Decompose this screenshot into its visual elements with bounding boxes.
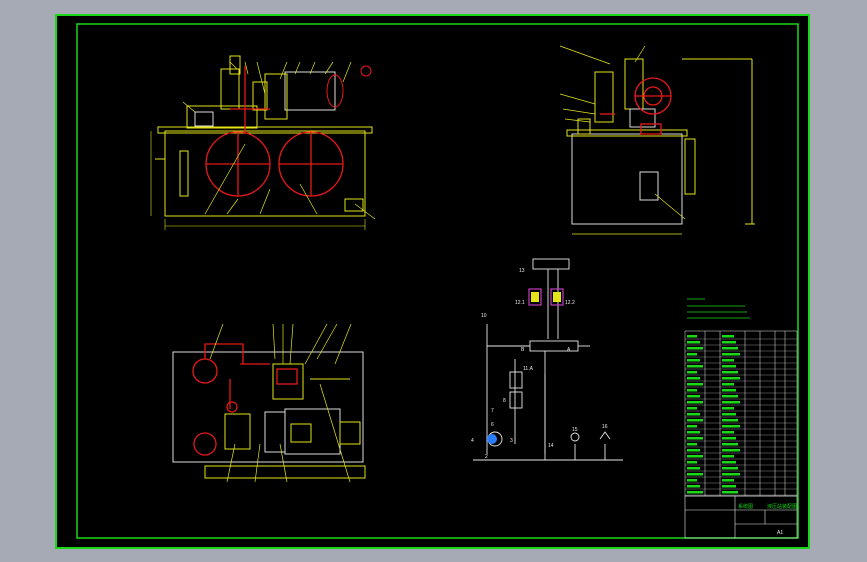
- top-view-leaders: [209, 323, 352, 483]
- parts-rows: [685, 335, 797, 496]
- parts-row-text: [687, 473, 703, 476]
- parts-list: [684, 330, 798, 497]
- parts-row-text: [722, 359, 734, 362]
- front-view: [155, 55, 373, 217]
- cad-drawing: 13 12.1 12.2 10 A B 11.A 8 7 6 4 3 2 14 …: [55, 14, 810, 549]
- parts-row-text: [722, 407, 734, 410]
- side-view-leaders: [559, 45, 686, 235]
- parts-row-text: [722, 485, 736, 488]
- side-view-red: [600, 77, 672, 135]
- parts-row-text: [722, 419, 738, 422]
- schematic-labels: 13 12.1 12.2 10 A B 11.A 8 7 6 4 3 2 14 …: [471, 268, 608, 460]
- parts-row-text: [687, 431, 700, 434]
- label-filter: 7: [491, 408, 494, 414]
- label-pump-c: 3: [510, 438, 513, 444]
- parts-row-text: [687, 377, 700, 380]
- label-16: 16: [602, 424, 608, 430]
- parts-row-text: [722, 491, 738, 494]
- parts-row-text: [687, 491, 703, 494]
- parts-row-text: [687, 467, 700, 470]
- title-scale: A1: [777, 530, 783, 536]
- label-valve-right: 12.2: [565, 300, 575, 306]
- label-14: 14: [548, 443, 554, 449]
- title-name-right: 液压站装配图: [767, 503, 797, 510]
- parts-row-text: [687, 395, 700, 398]
- parts-row-text: [687, 365, 703, 368]
- parts-row-text: [722, 395, 738, 398]
- parts-row-text: [722, 353, 740, 356]
- label-valve-left: 12.1: [515, 300, 525, 306]
- parts-row-text: [722, 431, 734, 434]
- parts-row-text: [687, 389, 697, 392]
- parts-row-text: [722, 383, 734, 386]
- top-view: [172, 351, 366, 479]
- label-dir-b: B: [521, 347, 525, 353]
- title-name-left: 系统图: [738, 503, 753, 510]
- parts-row-text: [722, 461, 736, 464]
- parts-row-text: [722, 443, 738, 446]
- parts-row-text: [722, 371, 738, 374]
- label-15: 15: [572, 427, 578, 433]
- parts-row-text: [687, 443, 697, 446]
- parts-row-text: [687, 341, 700, 344]
- parts-row-text: [722, 335, 734, 338]
- label-pump-a: 6: [491, 422, 494, 428]
- parts-row-text: [722, 389, 736, 392]
- parts-row-text: [687, 353, 697, 356]
- parts-row-text: [687, 455, 703, 458]
- parts-row-text: [687, 401, 703, 404]
- parts-row-text: [687, 371, 697, 374]
- parts-row-text: [722, 455, 734, 458]
- front-view-leaders: [182, 61, 376, 220]
- tech-notes: [687, 298, 750, 319]
- parts-row-text: [722, 425, 740, 428]
- parts-row-text: [722, 449, 740, 452]
- parts-row-text: [687, 383, 703, 386]
- parts-row-text: [687, 485, 700, 488]
- label-tank: 2: [485, 454, 488, 460]
- label-check: 8: [503, 398, 506, 404]
- parts-row-text: [687, 461, 697, 464]
- parts-row-text: [687, 407, 697, 410]
- parts-row-text: [687, 479, 697, 482]
- label-top-cyl: 13: [519, 268, 525, 274]
- drawing-sheet: 13 12.1 12.2 10 A B 11.A 8 7 6 4 3 2 14 …: [55, 14, 810, 549]
- parts-row-text: [687, 359, 700, 362]
- hydraulic-schematic: [473, 258, 623, 461]
- parts-row-text: [722, 401, 740, 404]
- label-motor: 4: [471, 438, 474, 444]
- parts-row-text: [722, 377, 740, 380]
- parts-row-text: [687, 335, 697, 338]
- parts-row-text: [687, 347, 703, 350]
- parts-row-text: [687, 449, 700, 452]
- parts-row-text: [722, 467, 738, 470]
- parts-row-text: [722, 341, 736, 344]
- pump-symbol-icon: [487, 434, 497, 444]
- schematic-valve-fill: [531, 292, 561, 302]
- parts-row-text: [722, 347, 738, 350]
- parts-row-text: [722, 365, 736, 368]
- label-dir-a: A: [567, 347, 571, 353]
- parts-row-text: [687, 425, 697, 428]
- parts-row-text: [722, 437, 736, 440]
- parts-row-text: [687, 419, 703, 422]
- front-view-dims: [150, 131, 366, 230]
- parts-row-text: [687, 437, 703, 440]
- parts-row-text: [722, 473, 740, 476]
- parts-row-text: [722, 479, 734, 482]
- label-gauge: 10: [481, 313, 487, 319]
- label-relief: 11.A: [523, 366, 534, 372]
- inner-frame: [76, 23, 799, 539]
- parts-row-text: [687, 413, 700, 416]
- parts-row-text: [722, 413, 736, 416]
